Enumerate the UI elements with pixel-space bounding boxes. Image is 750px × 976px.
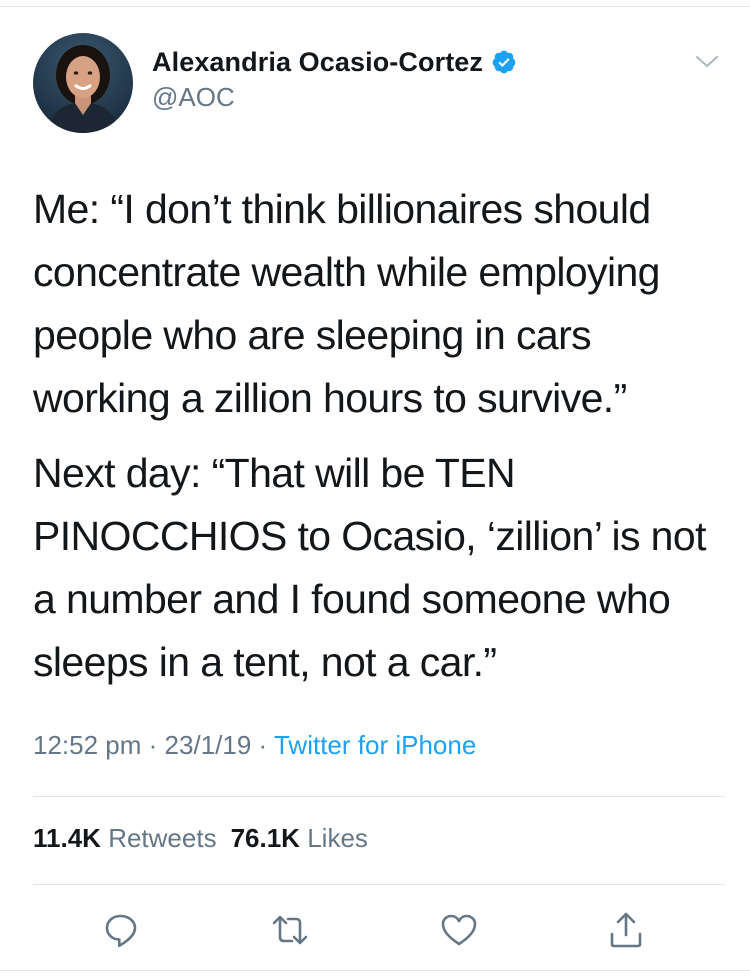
likes-count: 76.1K [230,823,300,853]
tweet-text: Me: “I don’t think billionaires should c… [33,178,723,694]
tweet-card: Alexandria Ocasio-Cortez @AOC Me: “I don… [0,0,750,976]
tweet-paragraph: Next day: “That will be TEN PINOCCHIOS t… [33,450,706,685]
verified-badge-icon [491,49,517,75]
retweets-count: 11.4K [33,823,101,853]
tweet-date: 23/1/19 [164,730,252,760]
tweet-source-link[interactable]: Twitter for iPhone [274,730,476,760]
retweets-stat[interactable]: 11.4K Retweets [33,823,217,853]
divider [33,796,725,797]
share-icon[interactable] [606,910,646,950]
meta-separator: · [148,730,158,760]
divider [33,884,725,885]
tweet-paragraph: Me: “I don’t think billionaires should c… [33,186,660,421]
author-display-name[interactable]: Alexandria Ocasio-Cortez [152,47,483,78]
heart-icon[interactable] [439,910,479,950]
avatar[interactable] [33,33,133,133]
bottom-divider [0,970,750,971]
top-divider [0,6,750,7]
meta-separator: · [258,730,268,760]
likes-label: Likes [307,823,368,853]
likes-stat[interactable]: 76.1K Likes [231,823,368,853]
retweets-label: Retweets [108,823,217,853]
author-name-row[interactable]: Alexandria Ocasio-Cortez [152,44,517,80]
tweet-meta: 12:52 pm · 23/1/19 · Twitter for iPhone [33,730,476,761]
reply-icon[interactable] [101,910,141,950]
avatar-image [47,45,119,133]
retweet-icon[interactable] [270,910,310,950]
author-handle[interactable]: @AOC [152,82,235,113]
engagement-stats: 11.4K Retweets 76.1K Likes [33,823,368,854]
chevron-down-icon[interactable] [694,52,720,72]
tweet-time: 12:52 pm [33,730,142,760]
